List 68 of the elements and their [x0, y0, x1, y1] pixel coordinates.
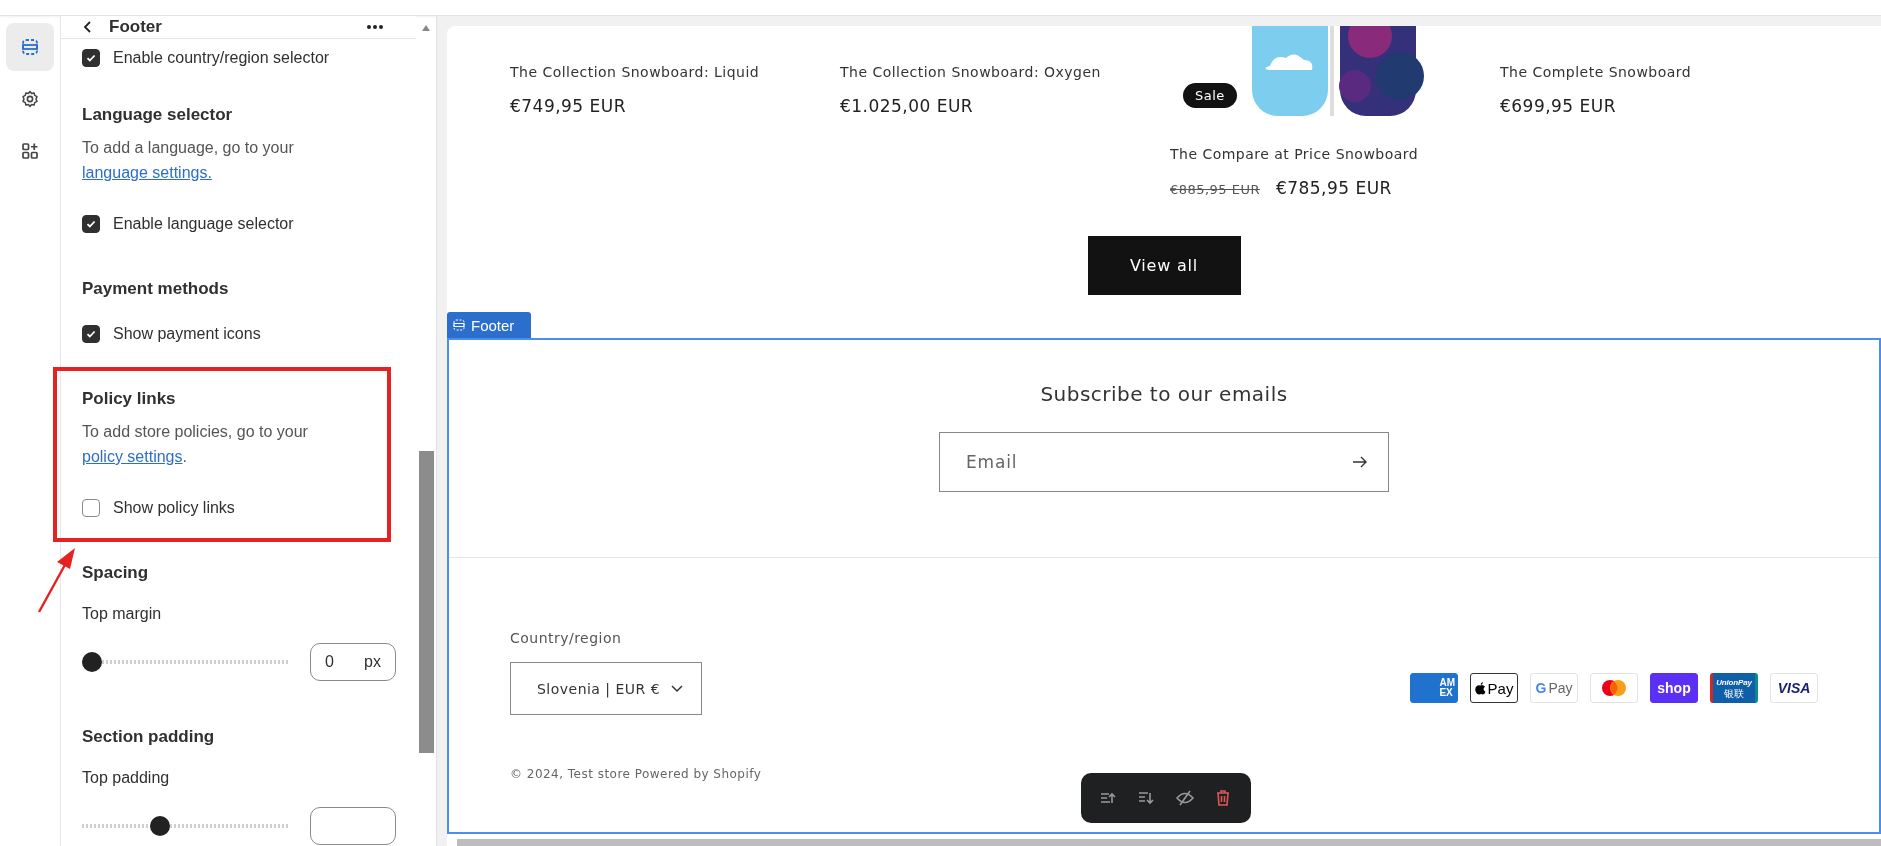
product-title[interactable]: The Complete Snowboard: [1500, 64, 1830, 80]
payment-icon: VISA: [1770, 673, 1818, 703]
product-title[interactable]: The Collection Snowboard: Oxygen: [840, 64, 1170, 80]
payment-icon: UnionPay 银联: [1710, 673, 1758, 703]
number-field[interactable]: [310, 807, 396, 845]
field-label: Top padding: [82, 769, 171, 787]
settings-link[interactable]: policy settings: [82, 448, 183, 465]
section-heading: Spacing: [82, 563, 150, 583]
description: To add a language, go to your language settings.: [82, 138, 295, 183]
more-icon: [366, 24, 384, 30]
chevron-down-icon: [671, 684, 683, 693]
powered-by-link[interactable]: Powered by Shopify: [634, 767, 762, 781]
checkmark-icon: [85, 218, 97, 230]
scroll-up-icon[interactable]: [421, 24, 431, 32]
checkbox[interactable]: [82, 215, 100, 233]
field-label: Top margin: [82, 605, 163, 623]
checkmark-icon: [85, 52, 97, 64]
payment-icon: [1590, 673, 1638, 703]
country-select[interactable]: Slovenia | EUR €: [510, 662, 702, 715]
sections-button[interactable]: [6, 23, 54, 71]
product-title[interactable]: The Compare at Price Snowboard: [1170, 146, 1500, 162]
checkbox[interactable]: [82, 499, 100, 517]
subscribe-heading: Subscribe to our emails: [1040, 382, 1288, 406]
description: To add store policies, go to your policy settings.: [82, 422, 309, 467]
hide-icon: [1175, 789, 1195, 807]
product-price: €749,95 EUR: [510, 96, 626, 116]
section-tag[interactable]: Footer: [447, 312, 531, 338]
section-icon: [453, 319, 465, 331]
checkbox-label: Enable country/region selector: [113, 49, 330, 67]
email-input[interactable]: Email: [964, 451, 1352, 473]
unit-label: px: [364, 653, 381, 671]
copyright-text: © 2024, Test store Powered by Shopify: [510, 767, 763, 781]
payment-icon: AM EX: [1410, 673, 1458, 703]
product-price: €699,95 EUR: [1500, 96, 1616, 116]
checkbox-label: Show policy links: [113, 499, 235, 517]
tag-label: Footer: [471, 316, 515, 334]
section-heading: Language selector: [82, 105, 234, 125]
payment-icon: G Pay: [1530, 673, 1578, 703]
section-heading: Section padding: [82, 727, 216, 747]
settings-link[interactable]: language settings.: [82, 164, 212, 181]
slider-thumb[interactable]: [149, 816, 170, 836]
number-field[interactable]: 0 px: [310, 643, 396, 681]
checkbox[interactable]: [82, 325, 100, 343]
checkbox[interactable]: [82, 49, 100, 67]
checkbox-label: Enable language selector: [113, 215, 294, 233]
product-price: €1.025,00 EUR: [840, 96, 974, 116]
sale-badge: Sale: [1183, 83, 1237, 108]
scrollbar[interactable]: [419, 451, 434, 753]
sections-icon: [20, 37, 40, 57]
slider-thumb[interactable]: [82, 652, 102, 672]
checkmark-icon: [85, 328, 97, 340]
settings-icon: [20, 89, 40, 109]
product-price: €785,95 EUR: [1275, 178, 1392, 198]
move-down-icon: [1137, 789, 1157, 807]
panel-title: Footer: [109, 17, 162, 37]
product-title[interactable]: The Collection Snowboard: Liquid: [510, 64, 840, 80]
field-value: 0: [325, 653, 334, 671]
compare-price: €885,95 EUR: [1170, 182, 1260, 197]
apps-icon: [20, 141, 40, 161]
section-heading: Payment methods: [82, 279, 230, 299]
view-all-button[interactable]: View all: [1087, 236, 1241, 295]
payment-icon: shop: [1650, 673, 1698, 703]
payment-icon: Pay: [1470, 673, 1518, 703]
section-heading: Policy links: [82, 389, 177, 409]
email-field[interactable]: Email: [939, 432, 1389, 492]
arrow-right-icon[interactable]: [1352, 455, 1368, 469]
checkbox-label: Show payment icons: [113, 325, 261, 343]
country-label: Country/region: [510, 630, 623, 646]
